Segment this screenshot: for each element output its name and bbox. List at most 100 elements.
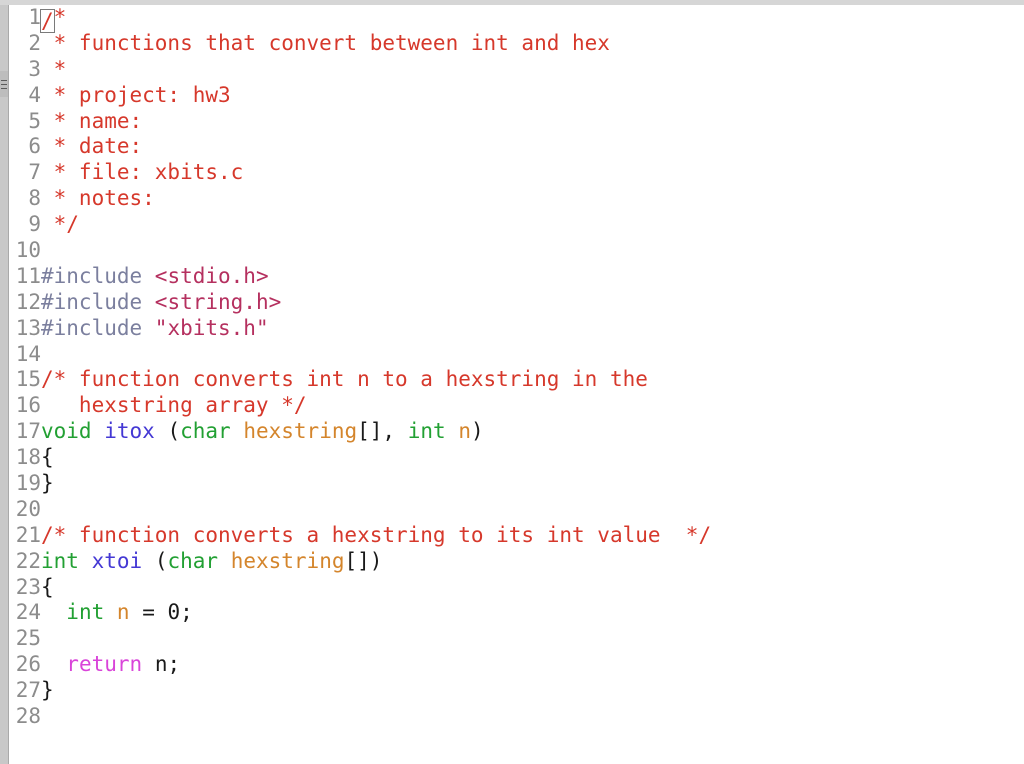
- code-line[interactable]: 23{: [9, 575, 1024, 601]
- line-number: 17: [15, 419, 41, 444]
- line-content: * notes:: [41, 186, 155, 210]
- code-line[interactable]: 6 * date:: [9, 134, 1024, 160]
- line-number: 20: [15, 496, 41, 521]
- handle-bar: [1, 87, 7, 89]
- line-number: 13: [15, 315, 41, 340]
- code-token: []): [344, 548, 383, 573]
- code-token: #include: [41, 315, 155, 340]
- code-token: * date:: [41, 134, 143, 159]
- code-token: ;: [167, 652, 181, 677]
- code-line[interactable]: 17void itox (char hexstring[], int n): [9, 419, 1024, 445]
- code-line[interactable]: 1/*: [9, 5, 1024, 33]
- line-number: 15: [15, 367, 41, 392]
- code-token: {: [41, 445, 54, 470]
- code-line[interactable]: 4 * project: hw3: [9, 83, 1024, 109]
- line-content: #include "xbits.h": [41, 316, 269, 340]
- code-line[interactable]: 20: [9, 497, 1024, 523]
- code-line[interactable]: 11#include <stdio.h>: [9, 264, 1024, 290]
- side-panel-drag-handle[interactable]: [0, 71, 8, 97]
- code-text-area[interactable]: 1/* 2 * functions that convert between in…: [9, 5, 1024, 764]
- code-token: char: [167, 548, 219, 573]
- line-number: 2: [28, 30, 41, 55]
- line-content: */: [41, 212, 79, 236]
- code-line[interactable]: 19}: [9, 471, 1024, 497]
- code-line[interactable]: 24 int n = 0;: [9, 600, 1024, 626]
- handle-bar: [1, 83, 7, 85]
- code-line[interactable]: 7 * file: xbits.c: [9, 160, 1024, 186]
- code-token: n: [116, 600, 130, 625]
- code-line[interactable]: 26 return n;: [9, 652, 1024, 678]
- code-token: xtoi: [91, 548, 143, 573]
- code-line[interactable]: 27}: [9, 678, 1024, 704]
- code-token: char: [180, 419, 231, 444]
- code-token: hexstring: [230, 548, 345, 573]
- code-token: 0: [167, 600, 181, 625]
- line-content: * functions that convert between int and…: [41, 31, 610, 55]
- line-number: 10: [15, 238, 41, 263]
- code-token: [],: [357, 419, 408, 444]
- line-number: 24: [15, 600, 41, 625]
- line-content: }: [41, 678, 54, 702]
- code-token: <stdio.h>: [154, 263, 269, 288]
- line-content: * project: hw3: [41, 83, 231, 107]
- code-line[interactable]: 18{: [9, 445, 1024, 471]
- line-number: 7: [28, 160, 41, 185]
- line-content: {: [41, 445, 54, 469]
- code-line[interactable]: 10: [9, 238, 1024, 264]
- line-content: void itox (char hexstring[], int n): [41, 419, 484, 443]
- code-token: (: [154, 419, 181, 444]
- line-content: * date:: [41, 134, 143, 159]
- line-content: #include <stdio.h>: [41, 264, 269, 288]
- code-token: *: [53, 5, 67, 29]
- code-token: int: [407, 419, 446, 444]
- line-number: 16: [15, 393, 41, 418]
- code-line[interactable]: 8 * notes:: [9, 186, 1024, 212]
- line-number: 19: [15, 471, 41, 496]
- line-number: 5: [28, 108, 41, 133]
- code-token: * project: hw3: [41, 82, 231, 107]
- code-token: /* function converts a hexstring to its …: [41, 522, 712, 547]
- line-number: 3: [28, 56, 41, 81]
- code-token: itox: [104, 419, 155, 444]
- line-number: 6: [28, 134, 41, 159]
- code-line[interactable]: 22int xtoi (char hexstring[]): [9, 549, 1024, 575]
- code-line[interactable]: 28: [9, 704, 1024, 730]
- code-token: "xbits.h": [154, 315, 269, 340]
- line-number: 12: [15, 289, 41, 314]
- code-token: <string.h>: [154, 289, 282, 314]
- code-token: int: [66, 600, 105, 625]
- line-number: 11: [15, 263, 41, 288]
- code-line[interactable]: 25: [9, 626, 1024, 652]
- code-token: #include: [41, 289, 155, 314]
- line-content: hexstring array */: [41, 393, 307, 417]
- code-line[interactable]: 21/* function converts a hexstring to it…: [9, 523, 1024, 549]
- line-content: int n = 0;: [41, 600, 193, 624]
- line-content: * name:: [41, 109, 143, 133]
- code-line[interactable]: 16 hexstring array */: [9, 393, 1024, 419]
- code-line[interactable]: 13#include "xbits.h": [9, 316, 1024, 342]
- code-line[interactable]: 3 *: [9, 57, 1024, 83]
- code-token: void: [41, 419, 92, 444]
- handle-bar: [1, 79, 7, 81]
- code-token: hexstring array */: [41, 393, 307, 418]
- code-line[interactable]: 15/* function converts int n to a hexstr…: [9, 367, 1024, 393]
- line-number: 21: [15, 522, 41, 547]
- code-token: =: [129, 600, 168, 625]
- line-number: 26: [15, 652, 41, 677]
- line-content: return n;: [41, 652, 180, 676]
- code-line[interactable]: 9 */: [9, 212, 1024, 238]
- code-line[interactable]: 12#include <string.h>: [9, 290, 1024, 316]
- code-line[interactable]: 5 * name:: [9, 109, 1024, 135]
- code-line[interactable]: 14: [9, 342, 1024, 368]
- line-content: {: [41, 575, 54, 599]
- code-token: {: [41, 574, 54, 599]
- line-content: }: [41, 471, 54, 495]
- code-line[interactable]: 2 * functions that convert between int a…: [9, 31, 1024, 57]
- code-token: }: [41, 678, 54, 703]
- code-token: }: [41, 471, 54, 496]
